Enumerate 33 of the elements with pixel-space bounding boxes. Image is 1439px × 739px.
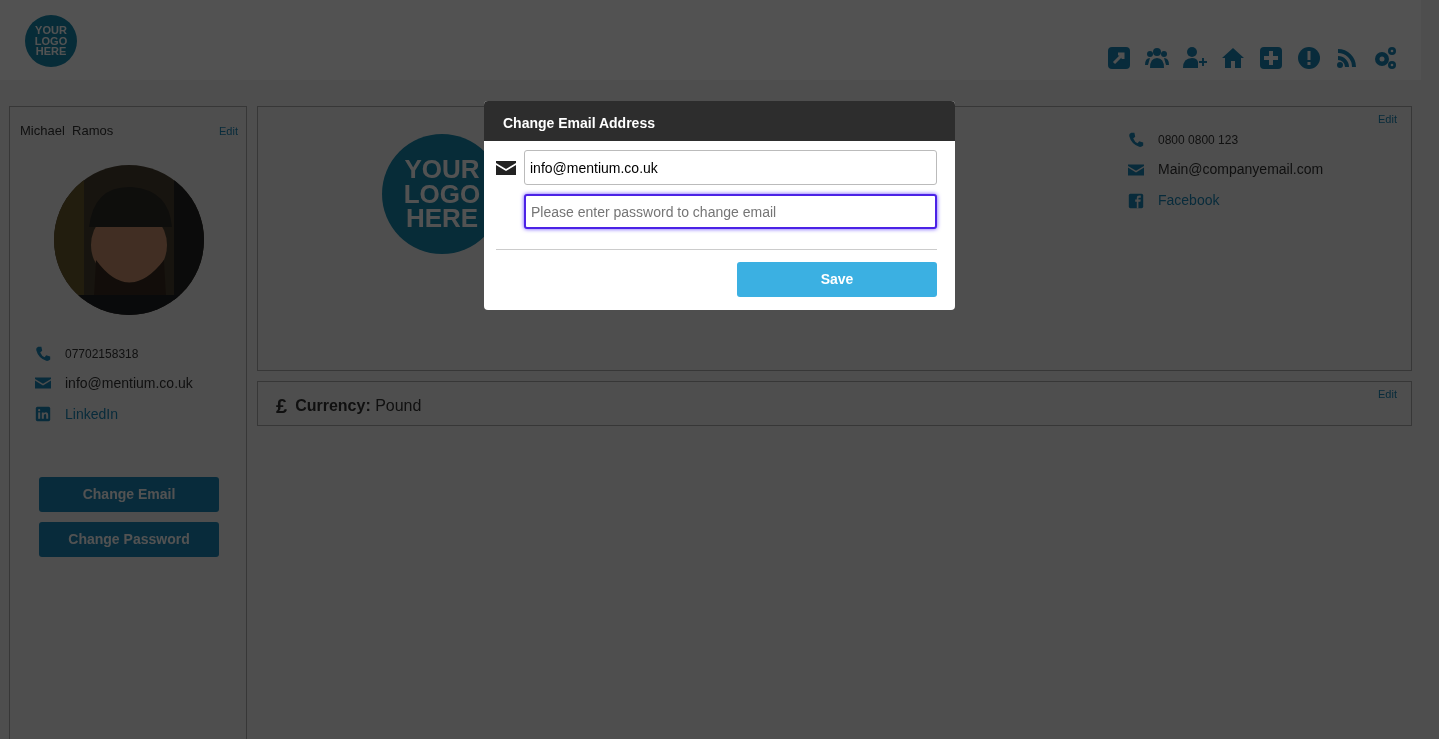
email-icon xyxy=(35,375,51,391)
settings-icon[interactable] xyxy=(1373,46,1397,70)
phone-icon xyxy=(35,345,51,362)
email-icon xyxy=(1128,161,1144,178)
change-password-button[interactable]: Change Password xyxy=(39,521,219,557)
email-field[interactable]: info@mentium.co.uk xyxy=(524,150,937,185)
home-icon[interactable] xyxy=(1221,46,1245,70)
save-button[interactable]: Save xyxy=(737,262,937,297)
users-icon[interactable] xyxy=(1145,46,1169,70)
modal-title: Change Email Address xyxy=(484,101,955,141)
edit-link[interactable]: Edit xyxy=(1378,111,1397,128)
external-link-icon[interactable] xyxy=(1107,46,1131,70)
email-address: Main@companyemail.com xyxy=(1158,160,1324,179)
plus-square-icon[interactable] xyxy=(1259,46,1283,70)
edit-link[interactable]: Edit xyxy=(219,122,238,139)
phone-number: 0800 0800 123 xyxy=(1158,132,1239,149)
add-user-icon[interactable] xyxy=(1183,46,1207,70)
facebook-icon xyxy=(1128,192,1144,209)
phone-icon xyxy=(1128,132,1144,148)
linkedin-link[interactable]: LinkedIn xyxy=(65,403,118,425)
facebook-link[interactable]: Facebook xyxy=(1158,190,1220,211)
edit-link[interactable]: Edit xyxy=(1378,386,1397,403)
change-email-button[interactable]: Change Email xyxy=(39,476,219,512)
logo: YOUR LOGO HERE xyxy=(25,15,77,67)
password-field[interactable]: Please enter password to change email xyxy=(524,194,937,229)
linkedin-icon xyxy=(35,406,51,422)
alert-icon[interactable] xyxy=(1297,46,1321,70)
person-name: Michael Ramos xyxy=(20,122,114,140)
currency-symbol: £ xyxy=(276,394,288,419)
phone-number: 07702158318 xyxy=(65,345,139,363)
rss-icon[interactable] xyxy=(1335,46,1359,70)
currency-label: Currency: Pound xyxy=(295,396,422,416)
email-address: info@mentium.co.uk xyxy=(65,373,193,393)
